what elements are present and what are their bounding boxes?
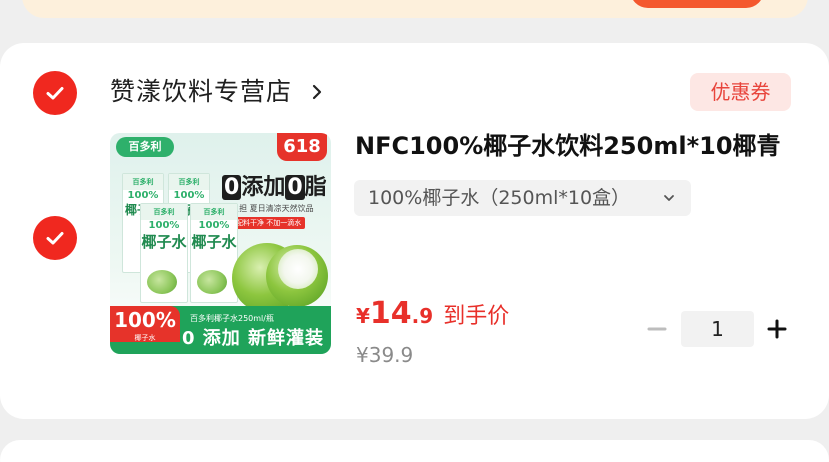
price-currency: ¥: [356, 304, 370, 328]
original-price: ¥39.9: [356, 343, 414, 367]
coconut-cut-image: [278, 249, 318, 289]
check-icon: [46, 232, 64, 245]
product-box-front-left: 百多利 100% 椰子水: [140, 203, 188, 303]
image-tag: 配料干净 不加一滴水: [232, 217, 306, 229]
price-integer: 14: [369, 296, 412, 331]
headline-part-1: 添加: [241, 175, 286, 200]
plus-icon[interactable]: [766, 318, 788, 340]
variant-selector[interactable]: 100%椰子水（250ml*10盒）: [354, 180, 691, 216]
coupon-button[interactable]: 优惠券: [690, 73, 791, 111]
chevron-right-icon[interactable]: [308, 80, 326, 104]
price-decimal: .9: [411, 304, 434, 328]
product-title[interactable]: NFC100%椰子水饮料250ml*10椰青: [355, 130, 781, 162]
image-headline: 0添加0脂: [222, 169, 327, 201]
headline-zero-1: 0: [222, 175, 242, 200]
product-image[interactable]: 百多利 618 0添加0脂 0负担 夏日清凉天然饮品 配料干净 不加一滴水 百多…: [110, 133, 331, 354]
variant-label: 100%椰子水（250ml*10盒）: [368, 187, 631, 209]
image-subtitle: 0负担 夏日清凉天然饮品: [226, 204, 314, 213]
store-select-checkbox[interactable]: [33, 71, 77, 115]
image-bottom-text: 0 添加 新鲜灌装: [182, 328, 325, 349]
product-box-front-right: 百多利 100% 椰子水: [190, 203, 238, 303]
item-select-checkbox[interactable]: [33, 216, 77, 260]
previous-card-action-button[interactable]: [630, 0, 764, 8]
headline-part-2: 脂: [304, 175, 327, 200]
image-100-badge: 100% 椰子水: [110, 306, 180, 342]
check-icon: [46, 87, 64, 100]
next-cart-card: [0, 440, 829, 462]
final-price: ¥ 14 .9 到手价: [356, 296, 509, 336]
promo-618-badge: 618: [277, 133, 327, 161]
chevron-down-icon: [664, 195, 674, 201]
minus-icon[interactable]: [646, 318, 668, 340]
price-label: 到手价: [443, 304, 510, 329]
quantity-input[interactable]: [681, 311, 754, 347]
brand-logo: 百多利: [116, 137, 174, 157]
image-spec-text: 百多利椰子水250ml/瓶: [190, 314, 274, 323]
store-name[interactable]: 赞漾饮料专营店: [110, 74, 292, 110]
headline-zero-2: 0: [285, 175, 305, 200]
